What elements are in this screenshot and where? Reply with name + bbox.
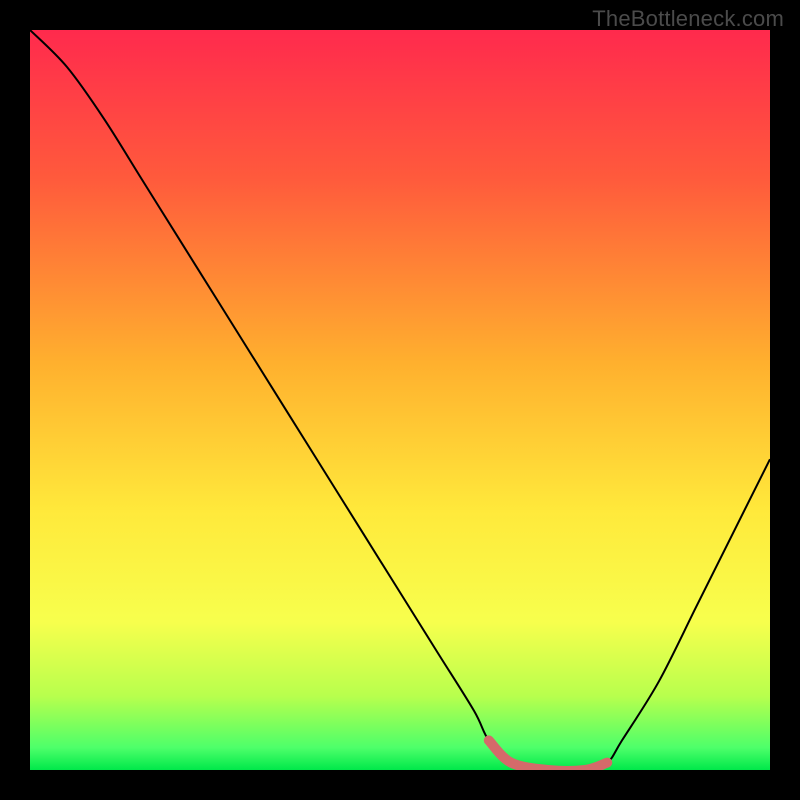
chart-frame: TheBottleneck.com [0, 0, 800, 800]
gradient-background [30, 30, 770, 770]
plot-area [30, 30, 770, 770]
watermark-text: TheBottleneck.com [592, 6, 784, 32]
chart-svg [30, 30, 770, 770]
